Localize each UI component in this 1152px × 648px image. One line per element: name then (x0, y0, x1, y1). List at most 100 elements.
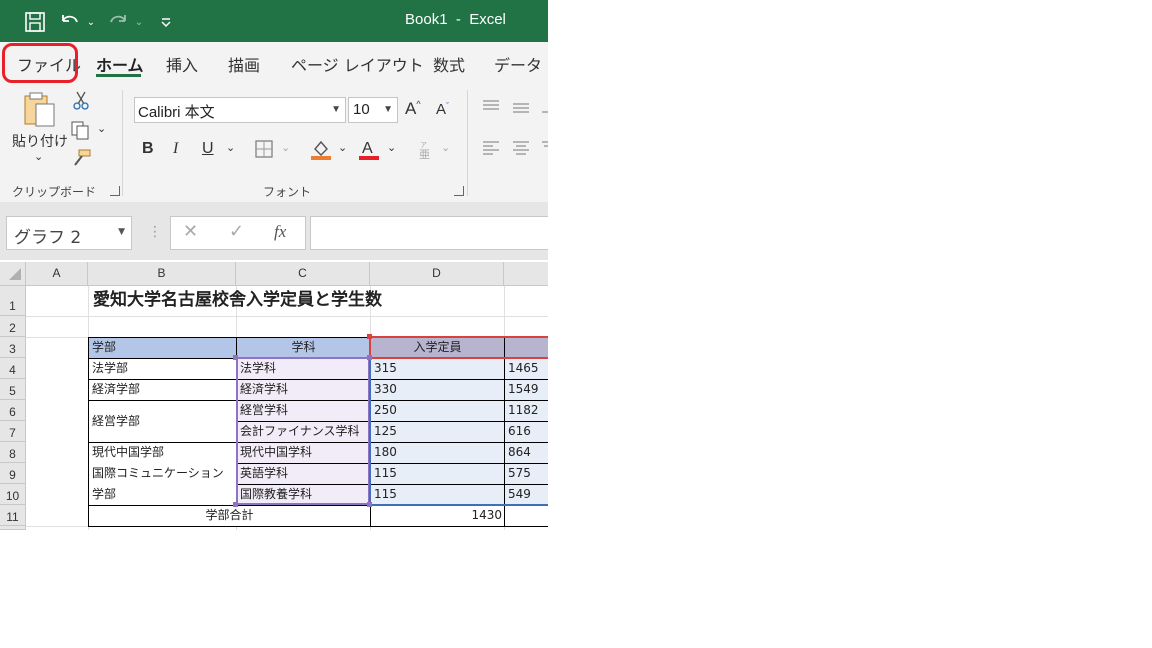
total-label-cell[interactable]: 学部合計 (89, 505, 370, 526)
undo-dropdown-icon[interactable]: ⌄ (86, 9, 96, 35)
table-cell[interactable]: 英語学科 (237, 463, 288, 484)
paste-icon[interactable] (22, 90, 58, 134)
undo-icon[interactable] (58, 9, 82, 35)
copy-dropdown-icon[interactable]: ⌄ (97, 122, 106, 135)
total-value-cell[interactable]: 1430 (371, 505, 502, 526)
row-header-6[interactable]: 6 (0, 400, 26, 421)
copy-icon[interactable] (70, 120, 92, 144)
table-cell[interactable]: 経営学部 (89, 400, 140, 442)
increase-font-size-button[interactable]: A^ (405, 99, 421, 119)
column-header-b[interactable]: B (88, 262, 236, 286)
table-cell[interactable]: 575 (505, 463, 531, 484)
tab-formulas[interactable]: 数式 (433, 52, 465, 76)
bold-button[interactable]: B (142, 140, 154, 158)
column-header-e[interactable] (504, 262, 548, 286)
borders-dropdown-icon[interactable]: ⌄ (281, 141, 290, 154)
row-header-10[interactable]: 10 (0, 484, 26, 505)
table-cell[interactable]: 法学部 (89, 358, 128, 379)
table-cell[interactable]: 115 (371, 484, 397, 505)
row-header-3[interactable]: 3 (0, 337, 26, 358)
save-icon[interactable] (22, 9, 48, 35)
header-cell-major[interactable]: 学科 (237, 337, 370, 358)
table-cell[interactable]: 法学科 (237, 358, 276, 379)
sheet-title[interactable]: 愛知大学名古屋校舎入学定員と学生数 (89, 286, 382, 316)
more-options-icon[interactable]: ⋮ (148, 224, 162, 240)
customize-qat-icon[interactable] (158, 9, 174, 35)
formula-input[interactable] (310, 216, 548, 250)
row-header-8[interactable]: 8 (0, 442, 26, 463)
table-cell[interactable]: 1182 (505, 400, 539, 421)
table-cell[interactable]: 125 (371, 421, 397, 442)
fill-color-icon[interactable] (310, 137, 332, 165)
align-middle-icon[interactable] (511, 100, 531, 120)
redo-dropdown-icon[interactable]: ⌄ (134, 9, 144, 35)
table-cell[interactable]: 現代中国学科 (237, 442, 312, 463)
clipboard-launcher-icon[interactable] (110, 186, 120, 196)
table-cell[interactable]: 国際教養学科 (237, 484, 312, 505)
header-cell-department[interactable]: 学部 (89, 337, 236, 358)
align-top-icon[interactable] (481, 98, 501, 118)
table-cell[interactable]: 経済学部 (89, 379, 140, 400)
row-header-11[interactable]: 11 (0, 505, 26, 526)
tab-data[interactable]: データ (494, 52, 542, 76)
table-cell[interactable]: 国際コミュニケーション (89, 463, 224, 484)
tab-home[interactable]: ホーム (96, 52, 144, 76)
italic-button[interactable]: I (173, 140, 178, 158)
font-color-dropdown-icon[interactable]: ⌄ (387, 141, 396, 154)
table-cell[interactable]: 会計ファイナンス学科 (237, 421, 360, 442)
table-cell[interactable]: 現代中国学部 (89, 442, 164, 463)
redo-icon[interactable] (106, 9, 130, 35)
table-cell[interactable]: 330 (371, 379, 397, 400)
name-box[interactable]: グラフ 2 ▼ (6, 216, 132, 250)
row-header-1[interactable]: 1 (0, 286, 26, 316)
paste-dropdown-icon[interactable]: ⌄ (34, 150, 43, 163)
table-cell[interactable]: 616 (505, 421, 531, 442)
cancel-icon[interactable]: ✕ (183, 221, 198, 242)
row-header-12[interactable] (0, 526, 26, 530)
table-cell[interactable]: 315 (371, 358, 397, 379)
phonetic-guide-icon[interactable]: ア亜 (417, 138, 435, 166)
phonetic-dropdown-icon[interactable]: ⌄ (441, 141, 450, 154)
format-painter-icon[interactable] (70, 148, 92, 172)
row-header-4[interactable]: 4 (0, 358, 26, 379)
table-cell[interactable]: 1465 (505, 358, 539, 379)
table-cell[interactable]: 経営学科 (237, 400, 288, 421)
table-cell[interactable]: 250 (371, 400, 397, 421)
paste-label[interactable]: 貼り付け (12, 131, 68, 151)
table-cell[interactable]: 115 (371, 463, 397, 484)
column-header-a[interactable]: A (26, 262, 88, 286)
font-color-icon[interactable]: A (358, 137, 380, 165)
row-header-7[interactable]: 7 (0, 421, 26, 442)
borders-icon[interactable] (254, 139, 274, 163)
row-header-9[interactable]: 9 (0, 463, 26, 484)
table-cell[interactable]: 864 (505, 442, 531, 463)
align-center-icon[interactable] (511, 140, 531, 160)
tab-insert[interactable]: 挿入 (166, 52, 198, 76)
tab-draw[interactable]: 描画 (228, 52, 260, 76)
enter-icon[interactable]: ✓ (229, 221, 244, 242)
cut-icon[interactable] (72, 90, 90, 114)
align-bottom-icon[interactable] (540, 104, 548, 124)
underline-button[interactable]: U (202, 140, 214, 158)
underline-dropdown-icon[interactable]: ⌄ (226, 141, 235, 154)
column-header-c[interactable]: C (236, 262, 370, 286)
row-header-5[interactable]: 5 (0, 379, 26, 400)
decrease-font-size-button[interactable]: Aˇ (436, 101, 449, 118)
select-all-corner[interactable] (0, 262, 26, 286)
table-cell[interactable]: 180 (371, 442, 397, 463)
font-size-select[interactable]: 10 ▼ (348, 97, 398, 123)
table-cell[interactable]: 学部 (89, 484, 116, 505)
insert-function-button[interactable]: fx (274, 222, 286, 242)
table-cell[interactable]: 経済学科 (237, 379, 288, 400)
align-left-icon[interactable] (481, 140, 501, 160)
row-header-2[interactable]: 2 (0, 316, 26, 337)
header-cell-capacity[interactable]: 入学定員 (371, 337, 504, 358)
table-cell[interactable]: 1549 (505, 379, 539, 400)
table-cell[interactable]: 549 (505, 484, 531, 505)
font-launcher-icon[interactable] (454, 186, 464, 196)
font-name-select[interactable]: Calibri 本文 ▼ (134, 97, 346, 123)
column-header-d[interactable]: D (370, 262, 504, 286)
fill-color-dropdown-icon[interactable]: ⌄ (338, 141, 347, 154)
align-right-icon[interactable] (540, 140, 548, 160)
tab-page-layout[interactable]: ページ レイアウト (291, 52, 424, 76)
